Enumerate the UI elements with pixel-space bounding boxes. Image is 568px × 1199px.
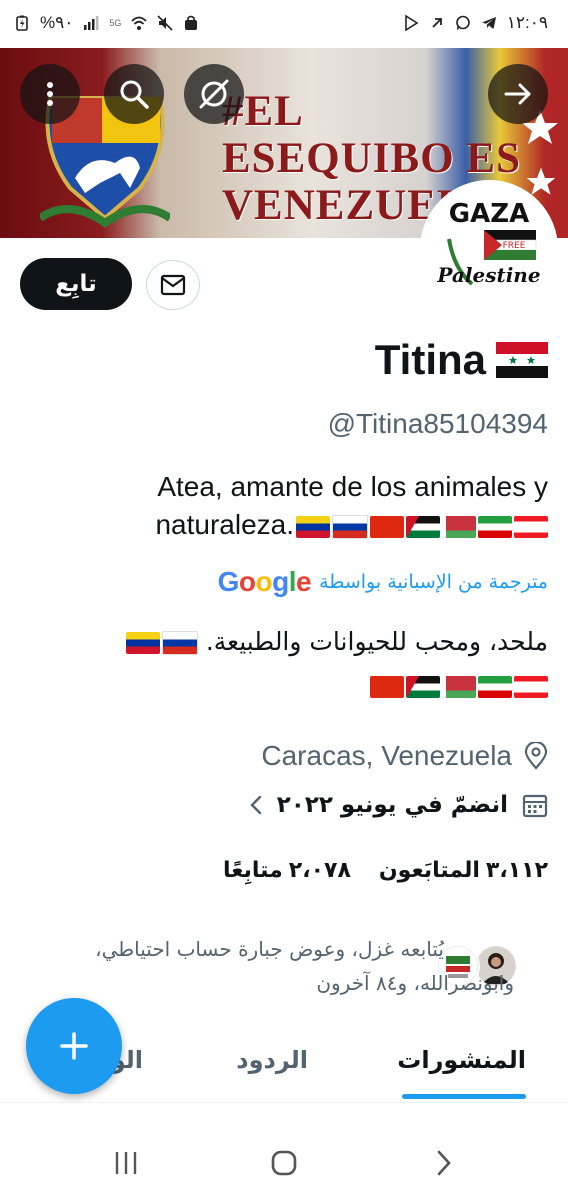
arrow-up-right-icon	[432, 18, 442, 28]
lock-bag-icon	[185, 15, 198, 30]
wifi-icon	[131, 16, 148, 30]
home-button[interactable]	[264, 1146, 304, 1180]
play-store-icon	[404, 15, 419, 31]
recent-apps-icon	[115, 1152, 137, 1174]
search-icon	[120, 80, 149, 109]
banner-line-1: #EL	[222, 88, 304, 135]
venezuela-flag-icon-2	[125, 632, 160, 654]
more-vertical-icon	[47, 82, 53, 106]
battery-charging-icon	[16, 15, 28, 31]
bio-translated-line-2	[48, 664, 548, 708]
avatar-image: GAZA FREE Palestine	[424, 184, 554, 314]
translated-by-google[interactable]: Google مترجمة من الإسبانية بواسطة	[218, 566, 548, 598]
following-stat[interactable]: ٢،٠٧٨متابِعًا	[223, 858, 351, 883]
followers-count: ٣،١١٢	[485, 858, 548, 883]
grok-icon	[199, 79, 229, 109]
palestine-flag-icon	[406, 515, 440, 538]
followers-stat[interactable]: ٣،١١٢المتابَعون	[379, 858, 548, 883]
envelope-icon	[160, 274, 186, 296]
iran-flag-icon-2	[478, 676, 512, 698]
google-logo: Google	[217, 566, 312, 597]
tab-posts[interactable]: المنشورات	[397, 1046, 526, 1074]
avatar-palestine-text: Palestine	[436, 263, 540, 287]
plus-icon	[60, 1032, 88, 1060]
iran-flag-icon	[478, 515, 512, 538]
belarus-flag-icon-2	[442, 676, 476, 698]
chevron-right-icon	[437, 1150, 451, 1176]
status-bar: %٩٠ 5G ١٢:٠٩	[0, 0, 568, 48]
followed-by-line-2: وابونصرالله، و٨٤ آخرون	[316, 971, 514, 995]
active-tab-indicator	[402, 1094, 526, 1099]
compose-post-button[interactable]	[26, 998, 122, 1094]
china-flag-icon-2	[370, 676, 404, 698]
username-handle: @Titina85104394	[327, 408, 548, 439]
bio-translated: ملحد، ومحب للحيوانات والطبيعة.	[48, 620, 548, 708]
venezuela-flag-icon	[296, 515, 330, 538]
following-count: ٢،٠٧٨	[288, 858, 351, 883]
belarus-flag-icon	[442, 515, 476, 538]
location-row: Caracas, Venezuela	[261, 740, 548, 772]
signal-icon	[84, 16, 99, 30]
message-button[interactable]	[146, 260, 200, 310]
bio: Atea, amante de los animales y naturalez…	[48, 468, 548, 544]
back-button[interactable]	[488, 64, 548, 124]
bio-translated-line-1: ملحد، ومحب للحيوانات والطبيعة.	[48, 620, 548, 664]
back-nav-button[interactable]	[424, 1146, 464, 1180]
chevron-left-icon	[250, 795, 261, 815]
russia-flag-icon-2	[161, 631, 198, 655]
location-text: Caracas, Venezuela	[261, 740, 512, 771]
network-type: 5G	[109, 18, 122, 28]
avatar-free-text: FREE	[503, 241, 526, 251]
more-options-button[interactable]	[20, 64, 80, 124]
following-label: متابِعًا	[222, 858, 283, 883]
status-time: ١٢:٠٩	[506, 13, 548, 32]
bio-translated-text: ملحد، ومحب للحيوانات والطبيعة.	[205, 627, 548, 656]
battery-percent: %٩٠	[40, 13, 74, 32]
display-name: Titina	[374, 336, 486, 383]
followed-by-text[interactable]: يُتابعه غزل، وعوض جبارة حساب احتياطي، وا…	[0, 932, 514, 1000]
grok-button[interactable]	[184, 64, 244, 124]
follow-stats: ٣،١١٢المتابَعون ٢،٠٧٨متابِعًا	[223, 858, 548, 883]
banner-line-2: ESEQUIBO ES	[222, 135, 521, 182]
search-button[interactable]	[104, 64, 164, 124]
bio-line-2-text: naturaleza.	[155, 509, 294, 540]
tab-replies[interactable]: الردود	[236, 1046, 308, 1074]
russia-flag-icon	[332, 514, 368, 539]
status-right: ١٢:٠٩	[403, 13, 548, 33]
followed-by-line-1: يُتابعه غزل، وعوض جبارة حساب احتياطي،	[95, 937, 444, 961]
whatsapp-icon	[455, 15, 470, 30]
joined-row[interactable]: انضمّ في يونيو ٢٠٢٢	[249, 792, 548, 818]
bio-line-1: Atea, amante de los animales y	[157, 471, 548, 502]
system-navigation-bar	[0, 1126, 568, 1199]
joined-text: انضمّ في يونيو ٢٠٢٢	[276, 792, 508, 818]
location-pin-icon	[524, 742, 548, 770]
telegram-icon	[481, 17, 496, 29]
mute-icon	[157, 15, 173, 31]
status-left: %٩٠ 5G	[14, 13, 199, 33]
arrow-right-icon	[504, 83, 531, 105]
profile-avatar[interactable]: GAZA FREE Palestine	[420, 180, 558, 318]
syria-flag-icon	[496, 342, 548, 378]
palestine-flag-icon-2	[406, 676, 440, 698]
follow-button[interactable]: تابِع	[20, 258, 132, 310]
calendar-icon	[522, 794, 548, 818]
avatar-gaza-text: GAZA	[449, 199, 529, 229]
translated-by-text: مترجمة من الإسبانية بواسطة	[319, 571, 548, 593]
name-row: Titina	[375, 336, 548, 384]
lebanon-flag-icon	[514, 515, 548, 538]
home-icon	[271, 1150, 297, 1176]
china-flag-icon	[370, 515, 404, 538]
lebanon-flag-icon-2	[514, 676, 548, 698]
followers-label: المتابَعون	[378, 858, 480, 883]
bio-line-2: naturaleza.	[48, 506, 548, 544]
recent-apps-button[interactable]	[106, 1146, 146, 1180]
